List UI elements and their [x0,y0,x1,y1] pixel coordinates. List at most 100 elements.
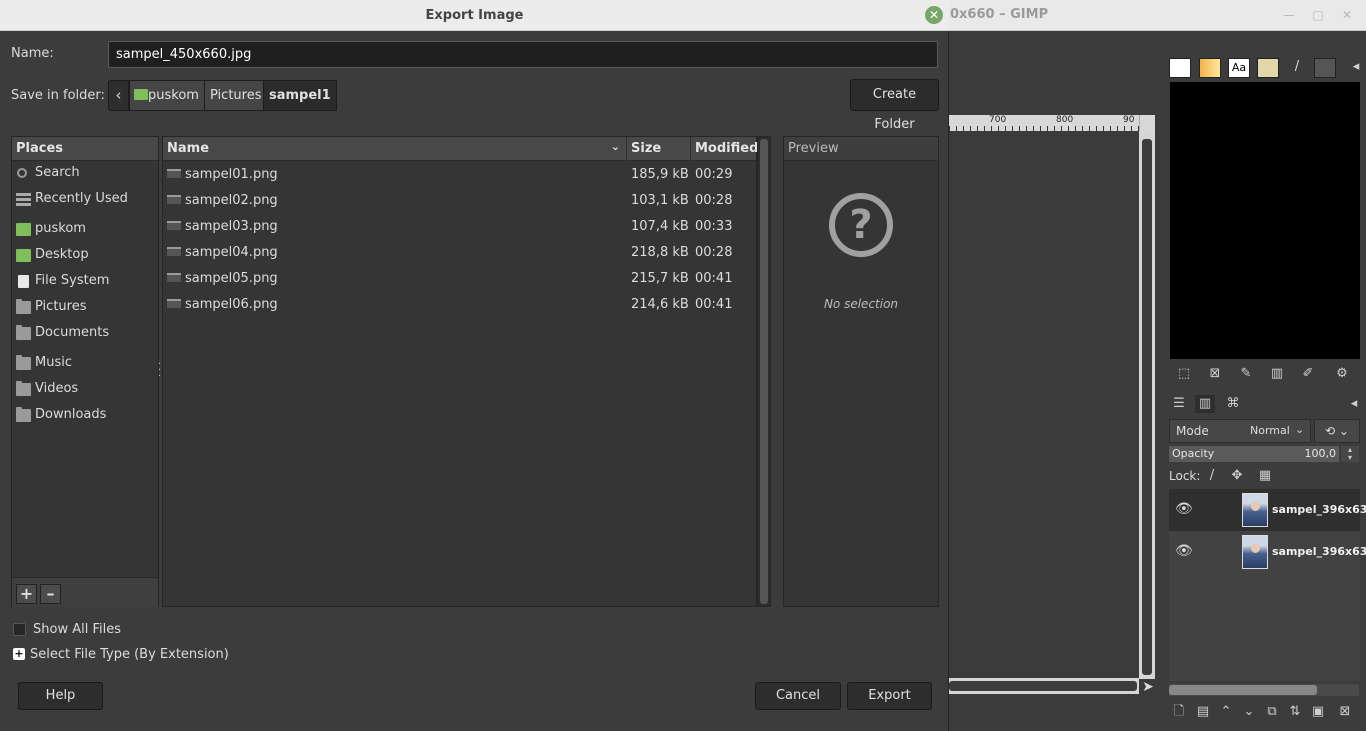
close-icon[interactable]: ✕ [1340,8,1354,22]
place-recently-used[interactable]: Recently Used [12,188,158,212]
new-layer-icon[interactable]: 🗋 [1169,703,1189,721]
visibility-eye-icon[interactable]: 👁 [1175,501,1193,517]
channels-tab-icon[interactable]: ▥ [1195,395,1215,413]
duplicate-icon[interactable]: ▥ [1267,365,1287,383]
file-size: 214,6 kB [631,297,689,312]
minimize-icon[interactable]: — [1282,8,1296,22]
brushes-tab-icon[interactable] [1169,58,1191,78]
lock-pixels-icon[interactable]: / [1202,467,1222,485]
dock-menu-icon[interactable]: ◂ [1344,395,1364,413]
column-modified-header[interactable]: Modified [691,137,758,161]
dock-menu-icon[interactable]: ◂ [1346,58,1366,76]
place-label: Videos [35,381,79,396]
dialog-titlebar: Export Image ✕ [0,0,949,31]
path-segment-sampel1[interactable]: sampel1 [263,80,337,111]
lock-alpha-icon[interactable]: ▦ [1255,467,1275,485]
column-name-header[interactable]: Name ⌄ [163,137,627,161]
visibility-eye-icon[interactable]: 👁 [1175,543,1193,559]
patterns-tab-icon[interactable] [1314,58,1336,78]
lock-position-icon[interactable]: ✥ [1227,467,1247,485]
file-row[interactable]: sampel02.png 103,1 kB 00:28 [163,188,756,214]
navigate-icon[interactable]: ➤ [1139,679,1157,695]
file-row[interactable]: sampel05.png 215,7 kB 00:41 [163,266,756,292]
place-music[interactable]: Music [12,352,158,376]
lock-row: Lock: / ✥ ▦ [1169,467,1359,487]
delete-layer-icon[interactable]: ⊠ [1335,703,1355,721]
column-size-header[interactable]: Size [627,137,691,161]
mode-reset-dropdown[interactable]: ⟲ ⌄ [1314,419,1360,443]
clear-icon[interactable]: ⊠ [1205,365,1225,383]
select-icon[interactable]: ⬚ [1174,365,1194,383]
images-tab-icon[interactable] [1257,58,1279,78]
lower-layer-icon[interactable]: ⌄ [1239,703,1259,721]
new-layer-group-icon[interactable]: ▤ [1193,703,1213,721]
fonts-tab-icon[interactable]: Aa [1228,58,1250,78]
duplicate-layer-icon[interactable]: ⧉ [1262,703,1282,721]
create-folder-button[interactable]: Create Folder [850,79,939,132]
file-list-scrollbar[interactable] [757,136,771,607]
canvas-vertical-scrollbar[interactable] [1139,131,1155,679]
place-file-system[interactable]: File System [12,270,158,294]
file-modified: 00:41 [695,297,733,312]
path-segment-label: Pictures [210,88,262,103]
canvas-horizontal-scrollbar[interactable] [949,678,1139,694]
raise-layer-icon[interactable]: ⌃ [1216,703,1236,721]
folder-icon [16,407,31,422]
maximize-icon[interactable]: ▢ [1311,8,1325,22]
place-pictures[interactable]: Pictures [12,296,158,320]
place-desktop[interactable]: Desktop [12,244,158,268]
file-modified: 00:28 [695,193,733,208]
file-row[interactable]: sampel06.png 214,6 kB 00:41 [163,292,756,318]
layer-mode-dropdown[interactable]: Mode Normal ⌄ [1169,419,1311,443]
path-back-button[interactable]: ‹ [108,80,129,111]
close-icon[interactable]: ✕ [925,6,943,24]
image-canvas[interactable] [949,115,1159,700]
place-puskom[interactable]: puskom [12,218,158,242]
export-button[interactable]: Export [847,682,932,710]
desktop-folder-icon [16,249,31,262]
file-name: sampel01.png [185,167,278,182]
ruler-tick-label: 90 [1123,115,1135,125]
opacity-slider[interactable]: Opacity 100,0 [1169,446,1339,462]
folder-icon [16,325,31,340]
path-segment-puskom[interactable]: puskom [129,80,205,111]
cancel-button[interactable]: Cancel [755,682,841,710]
file-row[interactable]: sampel04.png 218,8 kB 00:28 [163,240,756,266]
scrollbar-thumb[interactable] [1142,139,1152,675]
checkbox[interactable] [13,623,26,636]
place-documents[interactable]: Documents [12,322,158,346]
recent-icon [16,193,31,206]
layers-horizontal-scrollbar[interactable] [1169,684,1359,696]
remove-bookmark-button[interactable]: – [40,584,61,604]
layer-row[interactable]: 👁 sampel_396x630 [1169,489,1366,531]
image-file-icon [167,221,181,230]
path-segment-label: puskom [148,88,199,103]
help-button[interactable]: Help [18,682,103,710]
expander-plus-icon[interactable]: + [13,648,25,660]
settings-icon[interactable]: ⚙ [1332,365,1352,383]
pick-icon[interactable]: ✐ [1298,365,1318,383]
path-segment-pictures[interactable]: Pictures [204,80,268,111]
place-videos[interactable]: Videos [12,378,158,402]
scrollbar-thumb[interactable] [1169,685,1317,695]
place-downloads[interactable]: Downloads [12,404,158,428]
gradients-tab-icon[interactable] [1199,58,1221,78]
layer-row[interactable]: 👁 sampel_396x630 [1169,531,1366,573]
zoom-lock-icon[interactable] [1139,115,1155,131]
layer-mask-icon[interactable]: ▣ [1308,703,1328,721]
tool-presets-tab-icon[interactable]: / [1286,58,1308,78]
paths-tab-icon[interactable]: ⌘ [1223,395,1243,413]
place-label: Recently Used [35,191,128,206]
edit-icon[interactable]: ✎ [1236,365,1256,383]
scrollbar-thumb[interactable] [760,139,768,604]
anchor-layer-icon[interactable]: ⇅ [1285,703,1305,721]
file-name: sampel02.png [185,193,278,208]
file-row[interactable]: sampel01.png 185,9 kB 00:29 [163,162,756,188]
add-bookmark-button[interactable]: + [16,584,37,604]
scrollbar-thumb[interactable] [949,681,1137,691]
layers-tab-icon[interactable]: ☰ [1169,395,1189,413]
filename-input[interactable] [108,41,938,68]
place-search[interactable]: Search [12,162,158,186]
file-row[interactable]: sampel03.png 107,4 kB 00:33 [163,214,756,240]
opacity-spinner[interactable]: ▴ ▾ [1341,446,1359,462]
